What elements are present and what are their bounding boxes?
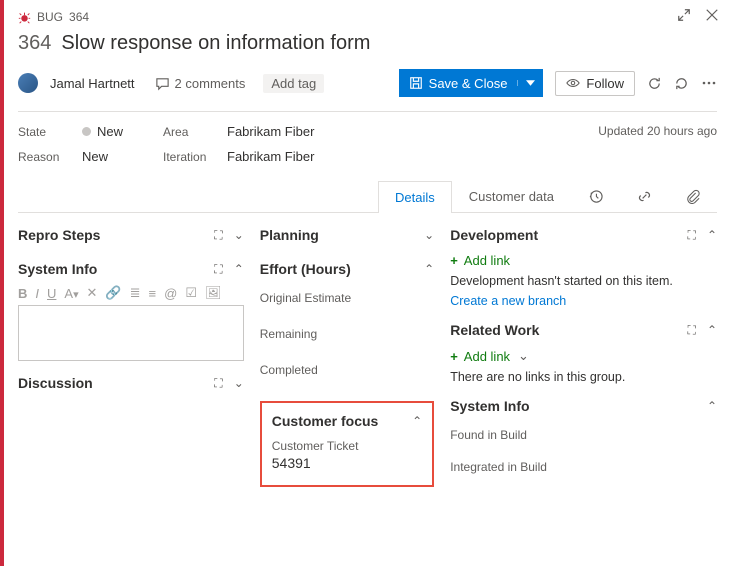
tab-links-icon[interactable] — [620, 180, 669, 212]
maximize-icon[interactable]: ⛶ — [688, 323, 697, 338]
tab-history-icon[interactable] — [571, 180, 620, 212]
right-sysinfo-header: System Info — [450, 398, 529, 414]
tab-details[interactable]: Details — [378, 181, 452, 213]
font-color-icon[interactable]: A▾ — [64, 286, 78, 301]
iteration-value[interactable]: Fabrikam Fiber — [227, 149, 314, 164]
related-empty: There are no links in this group. — [450, 370, 717, 384]
maximize-icon[interactable]: ⛶ — [214, 262, 223, 277]
maximize-icon[interactable]: ⛶ — [214, 376, 223, 391]
tab-attachments-icon[interactable] — [669, 180, 717, 212]
assignee-name[interactable]: Jamal Hartnett — [50, 76, 135, 91]
state-value[interactable]: New — [82, 124, 123, 139]
dev-message: Development hasn't started on this item. — [450, 274, 717, 288]
save-dropdown[interactable] — [517, 80, 543, 86]
dev-add-link[interactable]: +Add link — [450, 253, 717, 268]
remaining-label[interactable]: Remaining — [260, 327, 434, 341]
chevron-up-icon[interactable]: ⌃ — [707, 399, 717, 413]
breadcrumb: BUG 364 — [18, 10, 717, 24]
work-item-title[interactable]: Slow response on information form — [61, 32, 370, 55]
italic-icon[interactable]: I — [35, 286, 39, 301]
chevron-down-icon: ⌄ — [518, 348, 529, 364]
state-dot-icon — [82, 127, 91, 136]
customer-focus-highlight: Customer focus ⌃ Customer Ticket 54391 — [260, 401, 434, 487]
plus-icon: + — [450, 253, 458, 268]
chevron-up-icon[interactable]: ⌃ — [234, 262, 244, 277]
link-rte-icon[interactable]: 🔗 — [105, 285, 121, 301]
integrated-in-build-label[interactable]: Integrated in Build — [450, 460, 717, 474]
reason-value[interactable]: New — [82, 149, 108, 164]
planning-header: Planning — [260, 227, 319, 243]
original-estimate-label[interactable]: Original Estimate — [260, 291, 434, 305]
add-tag-button[interactable]: Add tag — [263, 74, 324, 93]
image-icon[interactable]: 🖼 — [205, 285, 222, 301]
comments-link[interactable]: 2 comments — [155, 76, 246, 91]
bullet-list-icon[interactable]: ≣ — [130, 285, 141, 301]
close-icon[interactable] — [705, 8, 719, 22]
area-value[interactable]: Fabrikam Fiber — [227, 124, 314, 139]
bold-icon[interactable]: B — [18, 286, 27, 301]
plus-icon: + — [450, 349, 458, 364]
breadcrumb-type: BUG — [37, 10, 63, 24]
comment-icon — [155, 76, 170, 91]
follow-label: Follow — [586, 76, 624, 91]
follow-icon — [566, 78, 580, 88]
customer-ticket-value[interactable]: 54391 — [272, 455, 422, 471]
mention-icon[interactable]: @ — [164, 286, 177, 301]
iteration-label: Iteration — [163, 150, 209, 164]
state-label: State — [18, 125, 64, 139]
comments-count: 2 comments — [175, 76, 246, 91]
clear-format-icon[interactable]: ✕ — [87, 285, 98, 301]
tab-customer-data[interactable]: Customer data — [452, 180, 571, 212]
completed-label[interactable]: Completed — [260, 363, 434, 377]
expand-diagonal-icon[interactable] — [677, 8, 691, 22]
chevron-up-icon[interactable]: ⌃ — [707, 228, 717, 243]
bug-icon — [18, 11, 31, 24]
area-label: Area — [163, 125, 209, 139]
number-list-icon[interactable]: ≡ — [149, 286, 157, 301]
maximize-icon[interactable]: ⛶ — [688, 228, 697, 243]
updated-timestamp: Updated 20 hours ago — [598, 124, 717, 138]
reason-label: Reason — [18, 150, 64, 164]
development-header: Development — [450, 227, 538, 243]
save-label: Save & Close — [429, 76, 508, 91]
repro-steps-header: Repro Steps — [18, 227, 100, 243]
related-add-link[interactable]: +Add link⌄ — [450, 348, 717, 364]
breadcrumb-id: 364 — [69, 10, 89, 24]
work-item-id: 364 — [18, 32, 51, 55]
undo-icon[interactable] — [674, 76, 689, 91]
underline-icon[interactable]: U — [47, 286, 56, 301]
effort-header: Effort (Hours) — [260, 261, 351, 277]
related-work-header: Related Work — [450, 322, 539, 338]
follow-button[interactable]: Follow — [555, 71, 635, 96]
chevron-down-icon[interactable]: ⌄ — [424, 228, 434, 242]
chevron-up-icon[interactable]: ⌃ — [707, 323, 717, 338]
maximize-icon[interactable]: ⛶ — [214, 228, 223, 243]
system-info-editor[interactable] — [18, 305, 244, 361]
rte-toolbar: B I U A▾ ✕ 🔗 ≣ ≡ @ ☑ 🖼 — [18, 285, 244, 301]
chevron-down-icon[interactable]: ⌄ — [234, 228, 244, 243]
save-icon — [409, 76, 423, 90]
system-info-header: System Info — [18, 261, 97, 277]
more-actions-icon[interactable] — [701, 75, 717, 91]
customer-focus-header: Customer focus — [272, 413, 379, 429]
create-branch-link[interactable]: Create a new branch — [450, 294, 717, 308]
chevron-up-icon[interactable]: ⌃ — [424, 262, 434, 276]
customer-ticket-label: Customer Ticket — [272, 439, 422, 453]
refresh-icon[interactable] — [647, 76, 662, 91]
save-close-button[interactable]: Save & Close — [399, 69, 544, 97]
discussion-header: Discussion — [18, 375, 93, 391]
chevron-down-icon[interactable]: ⌄ — [234, 376, 244, 391]
checklist-icon[interactable]: ☑ — [185, 285, 197, 301]
found-in-build-label[interactable]: Found in Build — [450, 428, 717, 442]
avatar[interactable] — [18, 73, 38, 93]
chevron-up-icon[interactable]: ⌃ — [412, 414, 422, 428]
